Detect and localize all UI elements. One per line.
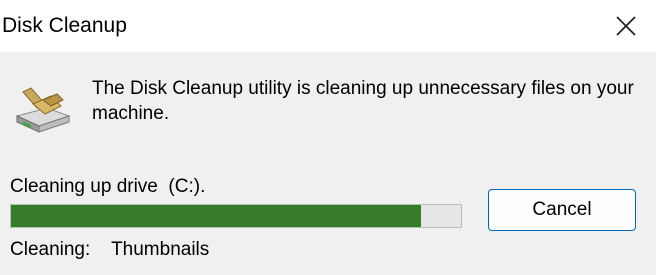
cleanup-message: The Disk Cleanup utility is cleaning up … [92, 78, 634, 124]
progress-label: Cleaning up drive (C:). [10, 176, 206, 197]
title-bar: Disk Cleanup [0, 0, 656, 52]
window-title: Disk Cleanup [2, 14, 127, 37]
cancel-button[interactable]: Cancel [488, 189, 636, 231]
status-item: Thumbnails [111, 239, 210, 260]
close-button[interactable] [596, 0, 656, 52]
progress-bar [10, 204, 462, 228]
disk-cleanup-window: Disk Cleanup The Disk Cleanup utility is… [0, 0, 656, 275]
progress-fill [11, 205, 421, 227]
disk-cleanup-icon [13, 82, 73, 136]
close-icon [616, 16, 636, 36]
status-line: Cleaning: Thumbnails [10, 239, 209, 261]
status-prefix: Cleaning: [10, 239, 91, 260]
